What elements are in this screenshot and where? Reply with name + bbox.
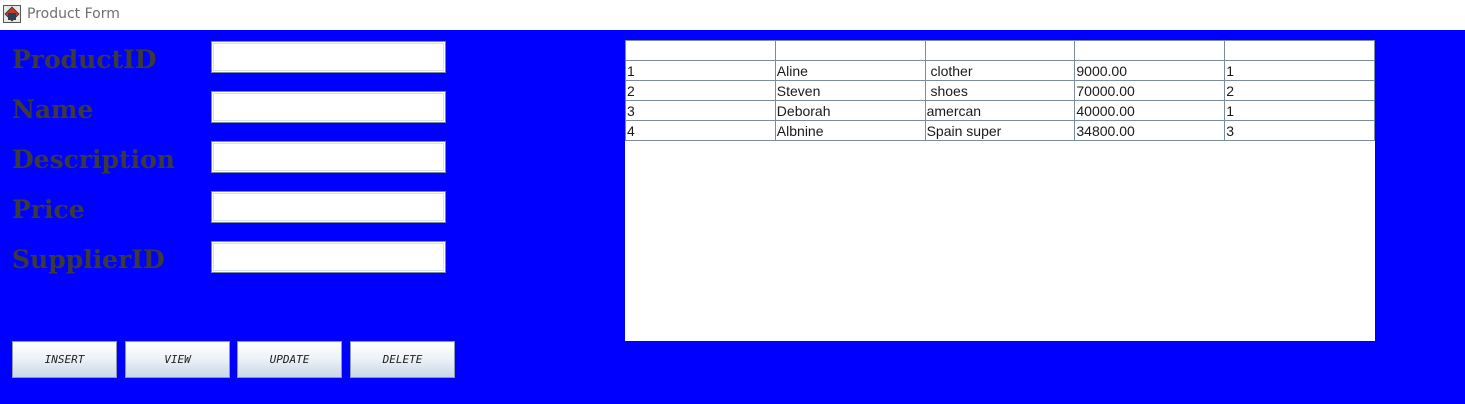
table-cell[interactable]: Steven — [774, 80, 926, 101]
table-header-cell[interactable] — [1224, 40, 1375, 61]
table-cell[interactable]: 34800.00 — [1074, 120, 1226, 141]
table-row[interactable]: 2 Steven shoes 70000.00 2 — [625, 80, 1375, 101]
price-label: Price — [12, 195, 85, 224]
java-app-icon — [3, 5, 21, 23]
table-header-cell[interactable] — [774, 40, 926, 61]
table-cell[interactable]: 1 — [1224, 60, 1375, 81]
table-cell[interactable]: amercan — [924, 100, 1076, 121]
table-header-row — [625, 40, 1375, 61]
table-cell[interactable]: Aline — [774, 60, 926, 81]
supplierid-label: SupplierID — [12, 245, 165, 274]
title-bar: Product Form — [0, 0, 1465, 30]
table-cell[interactable]: 4 — [625, 120, 776, 141]
table-header-cell[interactable] — [924, 40, 1076, 61]
window-title: Product Form — [27, 6, 120, 22]
table-row[interactable]: 3 Deborah amercan 40000.00 1 — [625, 100, 1375, 121]
view-button[interactable]: VIEW — [125, 341, 230, 378]
table-cell[interactable]: Deborah — [774, 100, 926, 121]
table-cell[interactable]: 70000.00 — [1074, 80, 1226, 101]
table-cell[interactable]: clother — [924, 60, 1076, 81]
table-cell[interactable]: 2 — [625, 80, 776, 101]
table-header-cell[interactable] — [625, 40, 776, 61]
name-label: Name — [12, 95, 94, 124]
table-cell[interactable]: 40000.00 — [1074, 100, 1226, 121]
update-button[interactable]: UPDATE — [237, 341, 342, 378]
table-cell[interactable]: 2 — [1224, 80, 1375, 101]
description-input[interactable] — [211, 141, 446, 173]
table-cell[interactable]: shoes — [924, 80, 1076, 101]
table-cell[interactable]: 1 — [1224, 100, 1375, 121]
table-cell[interactable]: Albnine — [774, 120, 926, 141]
table-row[interactable]: 1 Aline clother 9000.00 1 — [625, 60, 1375, 81]
productid-label: ProductID — [12, 45, 157, 74]
table-cell[interactable]: 1 — [625, 60, 776, 81]
description-label: Description — [12, 145, 175, 174]
table-header-cell[interactable] — [1074, 40, 1226, 61]
supplierid-input[interactable] — [211, 241, 446, 273]
productid-input[interactable] — [211, 41, 446, 73]
table-cell[interactable]: 9000.00 — [1074, 60, 1226, 81]
table-cell[interactable]: 3 — [1224, 120, 1375, 141]
delete-button[interactable]: DELETE — [350, 341, 455, 378]
main-panel: ProductID Name Description Price Supplie… — [0, 30, 1465, 404]
product-table-panel[interactable]: 1 Aline clother 9000.00 1 2 Steven shoes… — [625, 40, 1375, 341]
table-cell[interactable]: 3 — [625, 100, 776, 121]
table-row[interactable]: 4 Albnine Spain super 34800.00 3 — [625, 120, 1375, 141]
name-input[interactable] — [211, 91, 446, 123]
price-input[interactable] — [211, 191, 446, 223]
product-table[interactable]: 1 Aline clother 9000.00 1 2 Steven shoes… — [625, 40, 1375, 141]
insert-button[interactable]: INSERT — [12, 341, 117, 378]
table-cell[interactable]: Spain super — [924, 120, 1076, 141]
